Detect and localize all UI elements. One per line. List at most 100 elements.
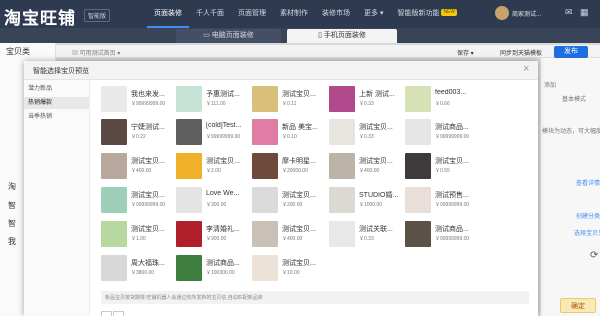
close-icon[interactable]: ×	[523, 63, 529, 75]
product-item[interactable]: 测试宝贝... ￥0.11	[252, 86, 328, 113]
product-thumbnail	[405, 221, 431, 247]
user-name: 商家测试...	[512, 11, 542, 18]
product-thumbnail	[329, 221, 355, 247]
product-item[interactable]: 测试宝贝... ￥400.00	[252, 221, 328, 248]
product-thumbnail	[329, 119, 355, 145]
grid-icon[interactable]: ▦	[580, 7, 589, 18]
nav-item-more[interactable]: 更多 ▾	[357, 0, 390, 28]
product-thumbnail	[176, 119, 202, 145]
confirm-button[interactable]: 确定	[560, 298, 596, 313]
product-item[interactable]: [cold]Test... ￥99999999.00	[176, 119, 252, 146]
product-thumbnail	[405, 86, 431, 112]
product-title: 测试关联...	[359, 226, 393, 233]
nav-item-new-features[interactable]: 智能版新功能 NEW	[390, 0, 464, 28]
properties-tab-add[interactable]: 添加	[544, 80, 556, 89]
app-logo[interactable]: 淘宝旺铺	[4, 4, 76, 29]
nav-item-personalization[interactable]: 千人千面	[189, 0, 231, 28]
product-title: 李清婚礼...	[206, 226, 240, 233]
module-item[interactable]: 智	[8, 218, 16, 229]
product-item[interactable]: 测试宝贝... ￥400.00	[101, 153, 177, 180]
create-category-link[interactable]: 创建分类	[576, 211, 600, 220]
properties-tab-basic[interactable]: 基本模式	[562, 94, 586, 103]
tip-text: 新品宝贝按货期排,旺铺机器人会通过你所发新的宝贝信,自动匹配新品库	[105, 295, 263, 301]
product-item[interactable]: 测试宝贝... ￥1.00	[101, 221, 177, 248]
refresh-icon[interactable]: ⟳	[590, 250, 598, 261]
product-item[interactable]: 李清婚礼... ￥900.00	[176, 221, 252, 248]
product-item[interactable]: Love We... ￥300.00	[176, 187, 252, 214]
category-seasonal[interactable]: 当季热销	[24, 111, 89, 123]
module-item[interactable]: 淘	[8, 181, 16, 192]
sync-template-button[interactable]: 同步到天猫模板	[500, 48, 542, 57]
product-thumbnail	[252, 221, 278, 247]
doc-icon: ▤	[72, 51, 80, 57]
product-title: 测试宝贝...	[131, 226, 165, 233]
product-item[interactable]: 周大福珠... ￥3800.00	[101, 255, 177, 282]
product-thumbnail	[101, 119, 127, 145]
product-title: feed003...	[435, 89, 467, 96]
product-item[interactable]: 测试宝贝... ￥2.00	[176, 153, 252, 180]
pager-prev[interactable]	[101, 311, 112, 316]
product-item[interactable]: 宁婕测试... ￥0.22	[101, 119, 177, 146]
product-price: ￥0.22	[131, 134, 146, 140]
product-item[interactable]: 摩卡明星... ￥20000.00	[252, 153, 328, 180]
product-item[interactable]: STUDIO婚... ￥1000.00	[329, 187, 405, 214]
nav-items: 页面装修 千人千面 页面管理 素材制作 装修市场 更多 ▾ 智能版新功能 NEW	[147, 0, 464, 28]
product-item[interactable]: 测试商品... ￥99999999.00	[405, 221, 481, 248]
product-item[interactable]: 测试宝贝... ￥400.00	[329, 153, 405, 180]
product-item[interactable]: 测试宝贝... ￥0.55	[405, 153, 481, 180]
product-title: 测试宝贝...	[359, 158, 393, 165]
product-item[interactable]: 测试商品... ￥100300.00	[176, 255, 252, 282]
nav-item-market[interactable]: 装修市场	[315, 0, 357, 28]
module-item[interactable]: 智	[8, 200, 16, 211]
nav-item-page-decoration[interactable]: 页面装修	[147, 0, 189, 28]
version-badge[interactable]: 智能版	[84, 9, 111, 22]
product-price: ￥0.33	[359, 101, 374, 107]
nav-item-material[interactable]: 素材制作	[273, 0, 315, 28]
product-item[interactable]: 测试关联... ￥0.33	[329, 221, 405, 248]
product-price: ￥400.00	[359, 168, 380, 174]
product-item[interactable]: 上新 测试... ￥0.33	[329, 86, 405, 113]
product-price: ￥300.00	[206, 202, 227, 208]
page-select-value: 可用测试首页	[79, 51, 116, 57]
product-title: 测试宝贝...	[206, 158, 240, 165]
chevron-down-icon: ▾	[115, 51, 121, 57]
product-thumbnail	[101, 86, 127, 112]
product-title: STUDIO婚...	[359, 192, 399, 199]
product-item[interactable]: 我也来发... ￥99999999.00	[101, 86, 177, 113]
new-badge: NEW	[441, 9, 458, 16]
product-item[interactable]: 新品 美宝... ￥0.10	[252, 119, 328, 146]
tab-mobile-decoration[interactable]: ▯ 手机页面装修	[287, 29, 397, 43]
product-title: 测试宝贝...	[282, 226, 316, 233]
page-select[interactable]: ▤ 可用测试首页 ▾	[72, 48, 120, 57]
pager-next[interactable]	[113, 311, 124, 316]
product-item[interactable]: 测试商品... ￥99999999.00	[405, 119, 481, 146]
category-hot-selling[interactable]: 热销爆款	[24, 97, 89, 109]
product-price: ￥0.55	[435, 168, 450, 174]
product-price: ￥900.00	[206, 236, 227, 242]
product-item[interactable]: 测试宝贝... ￥10.00	[252, 255, 328, 282]
product-title: 测试商品...	[206, 260, 240, 267]
view-details-link[interactable]: 查看详情	[576, 178, 600, 187]
monitor-icon: ▭	[203, 32, 212, 39]
select-category-link[interactable]: 选择宝贝分类	[574, 228, 600, 237]
product-title: 我也来发...	[131, 91, 165, 98]
tab-pc-decoration[interactable]: ▭ 电脑页面装修	[176, 29, 281, 43]
product-item[interactable]: 测试宝贝... ￥200.00	[252, 187, 328, 214]
publish-button[interactable]: 发布	[554, 46, 588, 58]
module-item[interactable]: 我	[8, 236, 16, 247]
message-icon[interactable]: ✉	[565, 7, 573, 18]
save-button[interactable]: 保存 ▾	[457, 48, 474, 57]
properties-hint: 模块为动态，可大幅度	[542, 129, 600, 135]
product-item[interactable]: 测试宝贝... ￥99999999.00	[101, 187, 177, 214]
nav-item-page-management[interactable]: 页面管理	[231, 0, 273, 28]
user-menu[interactable]: 商家测试...	[495, 6, 541, 20]
product-item[interactable]: 测试宝贝... ￥0.33	[329, 119, 405, 146]
avatar	[495, 6, 509, 20]
product-item[interactable]: 予惠测试... ￥111.00	[176, 86, 252, 113]
save-button-label: 保存	[457, 51, 470, 57]
product-title: 测试预售...	[435, 192, 469, 199]
category-new-potential[interactable]: 潜力新品	[24, 83, 89, 95]
product-item[interactable]: feed003... ￥0.66	[405, 86, 481, 113]
product-item[interactable]: 测试预售... ￥99999999.00	[405, 187, 481, 214]
product-price: ￥0.66	[435, 101, 450, 107]
